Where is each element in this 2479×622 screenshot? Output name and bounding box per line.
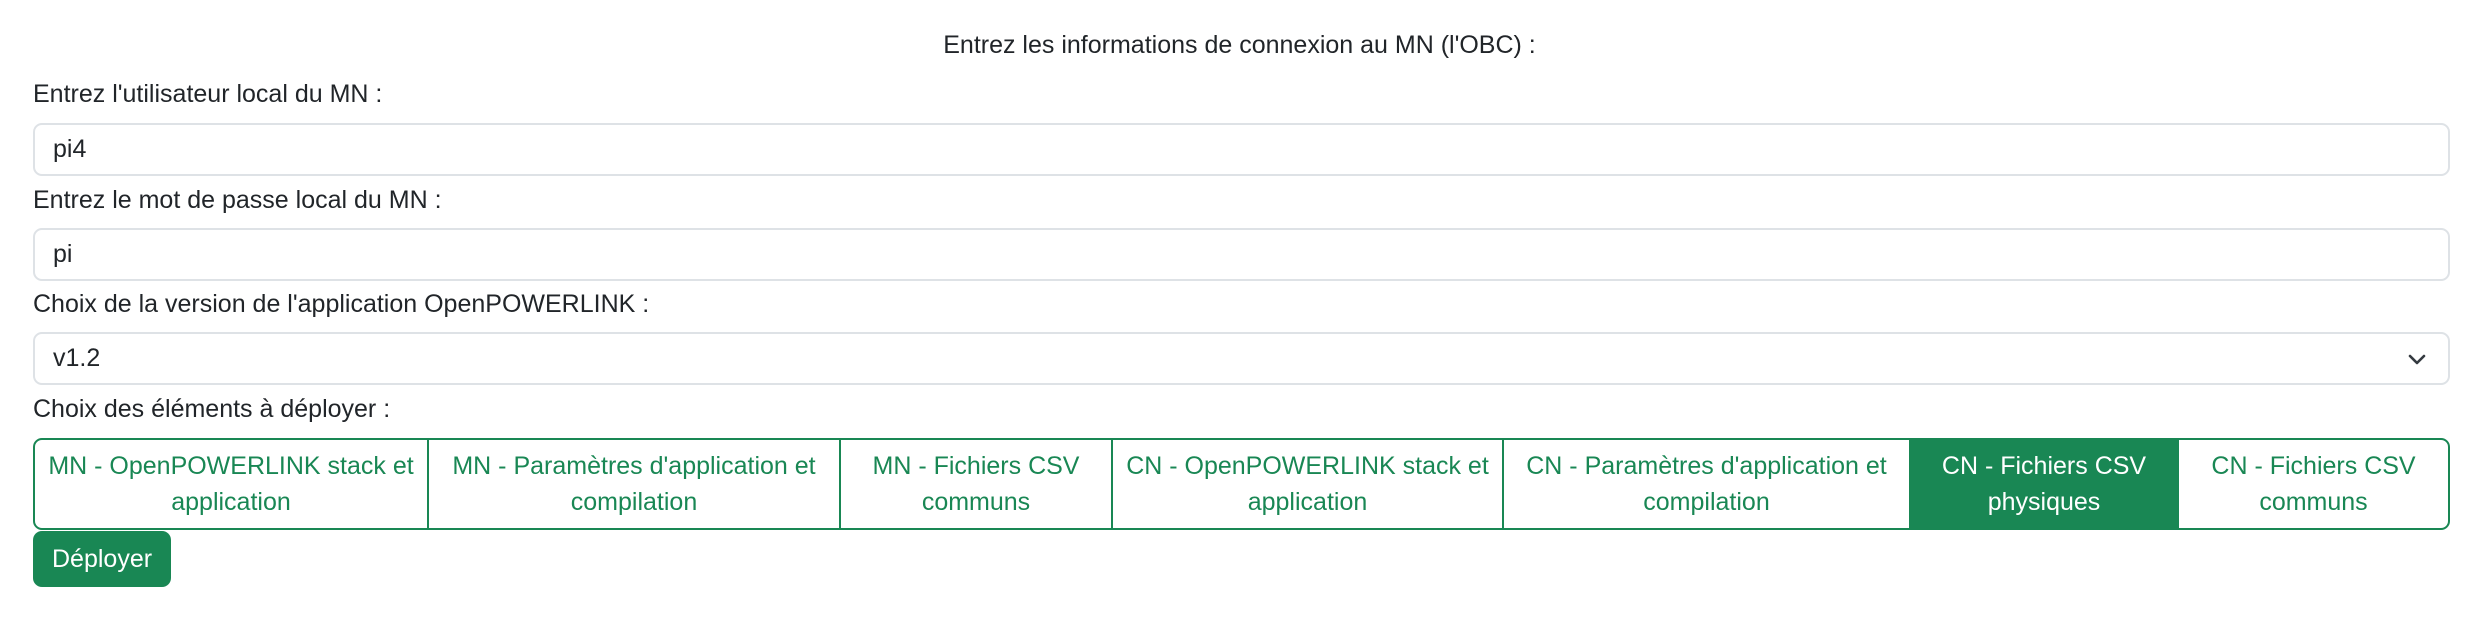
user-label: Entrez l'utilisateur local du MN :	[33, 80, 383, 108]
element-mn-stack-button[interactable]: MN - OpenPOWERLINK stack et application	[33, 438, 429, 530]
deploy-button[interactable]: Déployer	[33, 531, 172, 587]
user-input[interactable]	[33, 123, 2450, 176]
deployment-form: Entrez les informations de connexion au …	[0, 0, 2479, 622]
element-cn-stack-button[interactable]: CN - OpenPOWERLINK stack et application	[1111, 438, 1504, 530]
element-label: MN - Fichiers CSV communs	[872, 452, 1080, 516]
element-cn-params-button[interactable]: CN - Paramètres d'application et compilat…	[1502, 438, 1911, 530]
version-select[interactable]: v1.2	[33, 332, 2450, 385]
element-cn-csv-common-button[interactable]: CN - Fichiers CSV communs	[2177, 438, 2450, 530]
password-input[interactable]	[33, 228, 2450, 281]
element-cn-csv-physical-button[interactable]: CN - Fichiers CSV physiques	[1909, 438, 2179, 530]
element-label: CN - OpenPOWERLINK stack et application	[1126, 452, 1489, 516]
element-label: CN - Fichiers CSV physiques	[1941, 452, 2147, 516]
version-select-value: v1.2	[53, 344, 101, 372]
element-label: MN - Paramètres d'application et compilat…	[452, 452, 816, 516]
elements-toggle-group: MN - OpenPOWERLINK stack et application M…	[33, 438, 2450, 530]
element-label: CN - Paramètres d'application et compilat…	[1526, 452, 1887, 516]
version-label: Choix de la version de l'application Ope…	[33, 290, 650, 318]
element-mn-params-button[interactable]: MN - Paramètres d'application et compilat…	[427, 438, 841, 530]
element-label: CN - Fichiers CSV communs	[2211, 452, 2416, 516]
form-heading: Entrez les informations de connexion au …	[943, 31, 1536, 59]
element-label: MN - OpenPOWERLINK stack et application	[48, 452, 414, 516]
password-label: Entrez le mot de passe local du MN :	[33, 186, 442, 214]
element-mn-csv-common-button[interactable]: MN - Fichiers CSV communs	[839, 438, 1113, 530]
chevron-down-icon	[2404, 346, 2430, 372]
elements-label: Choix des éléments à déployer :	[33, 395, 391, 423]
